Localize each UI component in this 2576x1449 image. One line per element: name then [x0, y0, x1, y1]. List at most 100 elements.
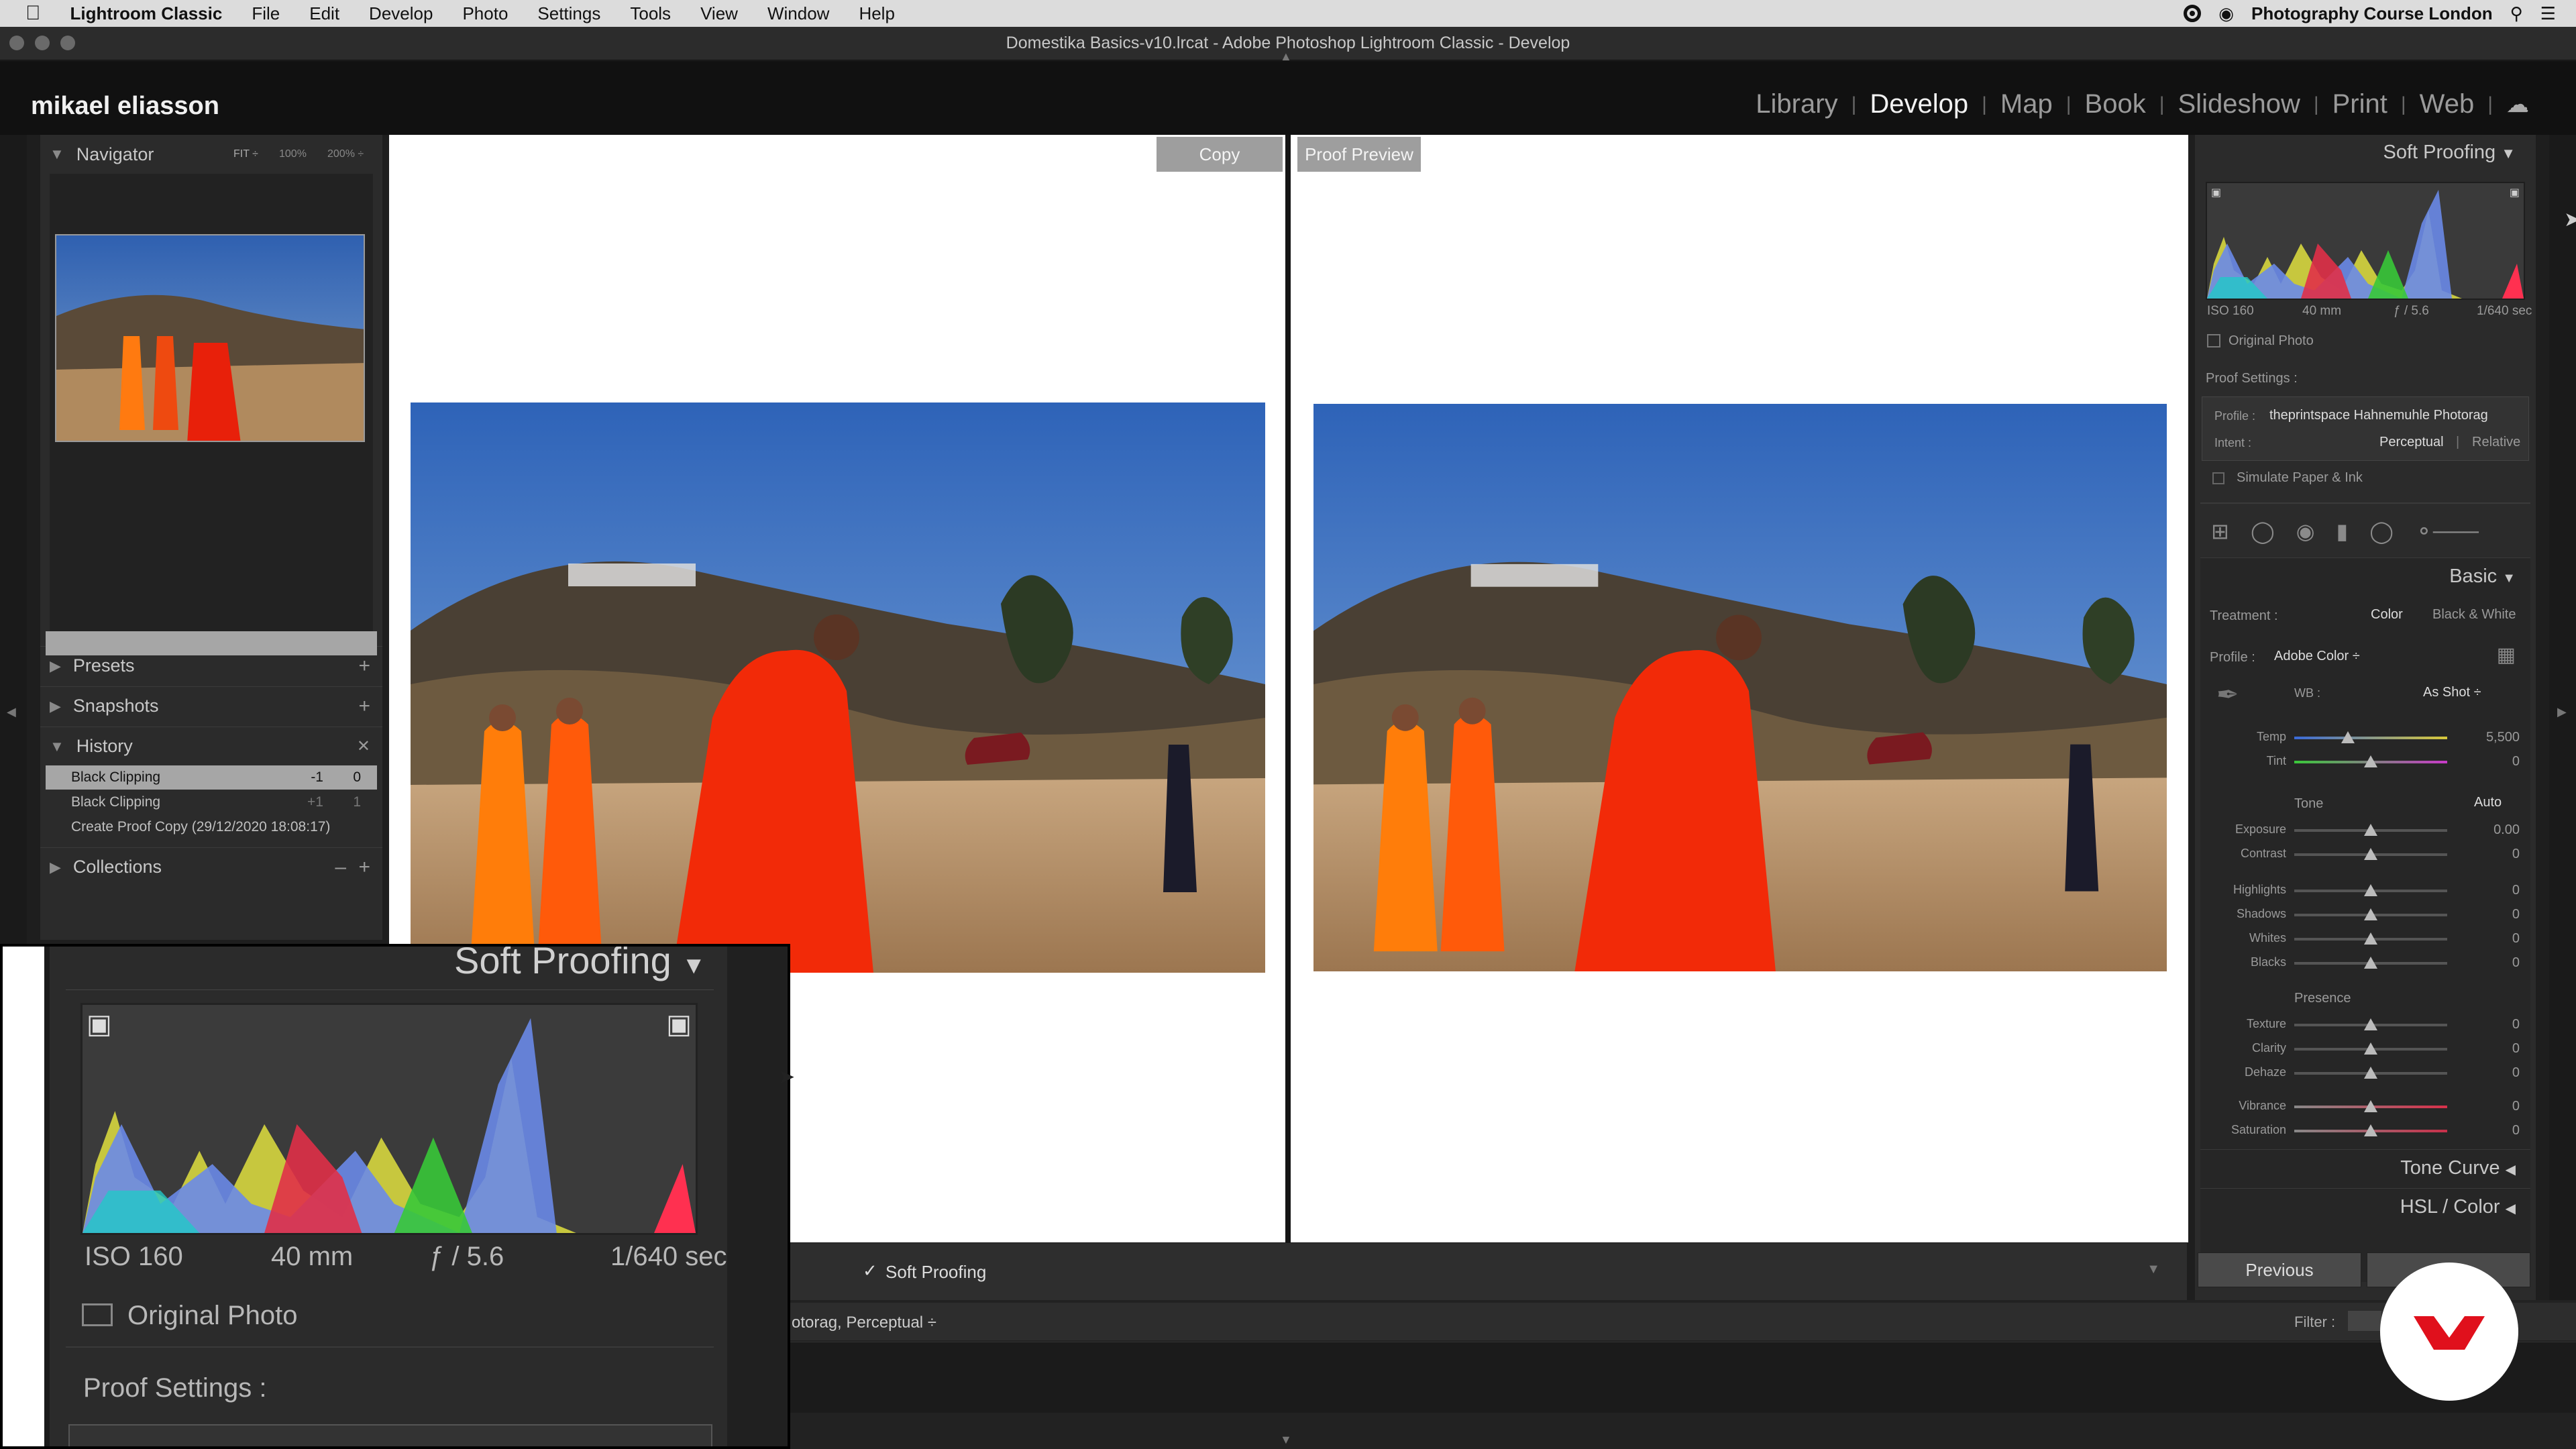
record-icon[interactable] [2184, 5, 2202, 22]
tone-curve-title[interactable]: Tone Curve ◀ [2400, 1157, 2516, 1179]
soft-proofing-label[interactable]: Soft Proofing [885, 1262, 986, 1283]
history-header[interactable]: ▼ History ✕ [40, 727, 382, 765]
apple-icon[interactable]:  [25, 2, 41, 25]
spotlight-search-icon[interactable]: ⚲ [2510, 3, 2523, 24]
original-photo-checkbox[interactable] [2207, 334, 2220, 347]
slider-knob[interactable] [2364, 1067, 2377, 1079]
collapse-collections-icon[interactable]: – [335, 856, 346, 879]
after-photo[interactable] [1313, 404, 2167, 971]
slider-knob[interactable] [2364, 1100, 2377, 1112]
radial-filter-icon[interactable]: ◯ [2369, 519, 2394, 544]
module-book[interactable]: Book [2085, 89, 2146, 119]
proof-profile-dropdown[interactable]: theprintspace Hahnemuhle Photorag [2269, 408, 2488, 423]
clear-history-icon[interactable]: ✕ [357, 737, 370, 756]
intent-perceptual[interactable]: Perceptual [2379, 435, 2444, 450]
module-develop[interactable]: Develop [1870, 89, 1968, 119]
previous-button[interactable]: Previous [2198, 1252, 2361, 1287]
toolbar-menu-icon[interactable]: ▼ [2147, 1262, 2160, 1277]
menu-tools[interactable]: Tools [630, 3, 671, 24]
module-print[interactable]: Print [2332, 89, 2387, 119]
history-row[interactable]: Black Clipping +1 1 [46, 790, 377, 814]
module-map[interactable]: Map [2000, 89, 2053, 119]
bottom-panel-toggle-icon[interactable]: ▼ [1280, 1433, 1292, 1447]
slider-knob[interactable] [2364, 848, 2377, 860]
slider-value[interactable]: 0 [2512, 1017, 2520, 1032]
slider-value[interactable]: 0.00 [2493, 822, 2520, 838]
hsl-title[interactable]: HSL / Color ◀ [2400, 1196, 2516, 1218]
navigator-header[interactable]: ▼ Navigator FIT ÷ 100% 200% ÷ [40, 135, 382, 174]
simulate-paper-checkbox[interactable] [2212, 472, 2224, 484]
menu-window[interactable]: Window [767, 3, 829, 24]
treatment-bw[interactable]: Black & White [2432, 607, 2516, 623]
slider-knob[interactable] [2364, 884, 2377, 896]
cloud-sync-icon[interactable]: ☁ [2506, 91, 2529, 118]
left-panel-toggle-icon[interactable]: ◀ [7, 705, 16, 719]
slider-knob[interactable] [2341, 731, 2355, 743]
slider-value[interactable]: 0 [2512, 1123, 2520, 1138]
slider-value[interactable]: 0 [2512, 955, 2520, 971]
shadow-clipping-icon[interactable]: ▣ [2211, 186, 2221, 199]
wb-dropdown[interactable]: As Shot ÷ [2423, 685, 2481, 700]
slider-value[interactable]: 0 [2512, 1041, 2520, 1057]
zoom-fit[interactable]: FIT ÷ [233, 148, 258, 160]
slider-knob[interactable] [2364, 1124, 2377, 1136]
histogram[interactable]: ▣ ▣ [2206, 182, 2525, 300]
brush-tool-icon[interactable]: ⚬─── [2415, 519, 2479, 544]
add-collection-icon[interactable]: + [358, 856, 370, 879]
slider-knob[interactable] [2364, 824, 2377, 836]
slider-value[interactable]: 5,500 [2486, 730, 2520, 745]
slider-value[interactable]: 0 [2512, 907, 2520, 922]
menubar-account[interactable]: Photography Course London [2251, 3, 2493, 24]
slider-knob[interactable] [2364, 957, 2377, 969]
menu-edit[interactable]: Edit [309, 3, 339, 24]
slider-value[interactable]: 0 [2512, 754, 2520, 769]
slider-value[interactable]: 0 [2512, 1099, 2520, 1114]
menu-photo[interactable]: Photo [462, 3, 508, 24]
destination-gamut-icon[interactable]: ▣ [2510, 186, 2520, 199]
slider-knob[interactable] [2364, 1018, 2377, 1030]
treatment-color[interactable]: Color [2371, 607, 2403, 623]
module-slideshow[interactable]: Slideshow [2178, 89, 2300, 119]
slider-value[interactable]: 0 [2512, 883, 2520, 898]
red-eye-icon[interactable]: ◉ [2296, 519, 2315, 544]
slider-knob[interactable] [2364, 908, 2377, 920]
menu-settings[interactable]: Settings [537, 3, 600, 24]
before-photo[interactable] [411, 402, 1265, 973]
graduated-filter-icon[interactable]: ▮ [2337, 519, 2349, 544]
add-preset-icon[interactable]: + [358, 655, 370, 678]
slider-value[interactable]: 0 [2512, 1065, 2520, 1081]
slider-knob[interactable] [2364, 932, 2377, 945]
zoom-200[interactable]: 200% ÷ [327, 148, 364, 160]
navigator-thumbnail[interactable] [55, 234, 365, 442]
camera-icon[interactable]: ◉ [2218, 3, 2234, 24]
crop-tool-icon[interactable]: ⊞ [2211, 519, 2229, 544]
history-row[interactable] [46, 631, 377, 655]
filter-dropdown[interactable] [2348, 1311, 2381, 1331]
menu-help[interactable]: Help [859, 3, 894, 24]
soft-proofing-title[interactable]: Soft Proofing ▼ [2383, 142, 2516, 164]
zoom-100[interactable]: 100% [279, 148, 307, 160]
snapshots-header[interactable]: ▶ Snapshots + [40, 686, 382, 725]
soft-proofing-checkbox[interactable]: ✓ [863, 1260, 877, 1281]
slider-track-temp[interactable] [2294, 737, 2447, 739]
slider-value[interactable]: 0 [2512, 847, 2520, 862]
profile-browser-icon[interactable]: ▦ [2497, 643, 2516, 667]
module-web[interactable]: Web [2420, 89, 2475, 119]
history-row[interactable]: Black Clipping -1 0 [46, 765, 377, 790]
wb-eyedropper-icon[interactable]: ✒ [2216, 680, 2239, 710]
basic-profile-dropdown[interactable]: Adobe Color ÷ [2274, 649, 2360, 664]
control-center-icon[interactable]: ☰ [2540, 3, 2556, 24]
menu-file[interactable]: File [252, 3, 280, 24]
add-snapshot-icon[interactable]: + [358, 695, 370, 718]
slider-value[interactable]: 0 [2512, 931, 2520, 947]
proof-info-text[interactable]: otorag, Perceptual ÷ [792, 1313, 936, 1332]
menu-develop[interactable]: Develop [369, 3, 433, 24]
intent-relative[interactable]: Relative [2472, 435, 2520, 450]
spot-removal-icon[interactable]: ◯ [2251, 519, 2275, 544]
right-panel-toggle-icon[interactable]: ▶ [2557, 705, 2567, 719]
basic-header[interactable]: Basic ▼ [2449, 566, 2516, 588]
collections-header[interactable]: ▶ Collections – + [40, 847, 382, 886]
app-menu[interactable]: Lightroom Classic [70, 3, 223, 24]
slider-knob[interactable] [2364, 1042, 2377, 1055]
slider-knob[interactable] [2364, 755, 2377, 767]
